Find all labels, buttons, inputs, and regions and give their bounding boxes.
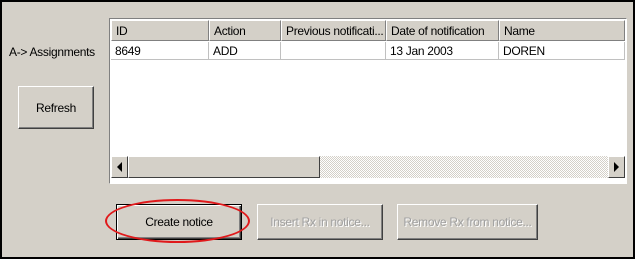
- grid-header: ID Action Previous notificati... Date of…: [111, 20, 625, 41]
- right-arrow-icon: [614, 162, 619, 172]
- scroll-right-button[interactable]: [608, 156, 625, 178]
- create-notice-button[interactable]: Create notice: [116, 204, 242, 240]
- column-header-name[interactable]: Name: [499, 20, 625, 41]
- column-header-date-of-notification[interactable]: Date of notification: [386, 20, 499, 41]
- assignments-grid: ID Action Previous notificati... Date of…: [109, 18, 627, 184]
- scrollbar-thumb[interactable]: [128, 156, 320, 178]
- left-arrow-icon: [117, 162, 122, 172]
- refresh-button[interactable]: Refresh: [18, 86, 94, 129]
- column-header-previous-notification[interactable]: Previous notificati...: [281, 20, 386, 41]
- table-row[interactable]: 8649 ADD 13 Jan 2003 DOREN: [111, 42, 625, 60]
- assignments-panel: A-> Assignments Refresh ID Action Previo…: [0, 0, 635, 259]
- cell-name: DOREN: [499, 42, 625, 60]
- cell-action: ADD: [209, 42, 281, 60]
- remove-rx-from-notice-button[interactable]: Remove Rx from notice...: [397, 204, 538, 240]
- column-header-action[interactable]: Action: [209, 20, 281, 41]
- horizontal-scrollbar[interactable]: [111, 156, 625, 178]
- scroll-left-button[interactable]: [111, 156, 128, 178]
- cell-date-of-notification: 13 Jan 2003: [386, 42, 499, 60]
- insert-rx-in-notice-button[interactable]: Insert Rx in notice...: [257, 204, 383, 240]
- assignments-label: A-> Assignments: [9, 45, 95, 59]
- column-header-id[interactable]: ID: [111, 20, 209, 41]
- cell-id: 8649: [111, 42, 209, 60]
- cell-previous-notification: [281, 42, 386, 60]
